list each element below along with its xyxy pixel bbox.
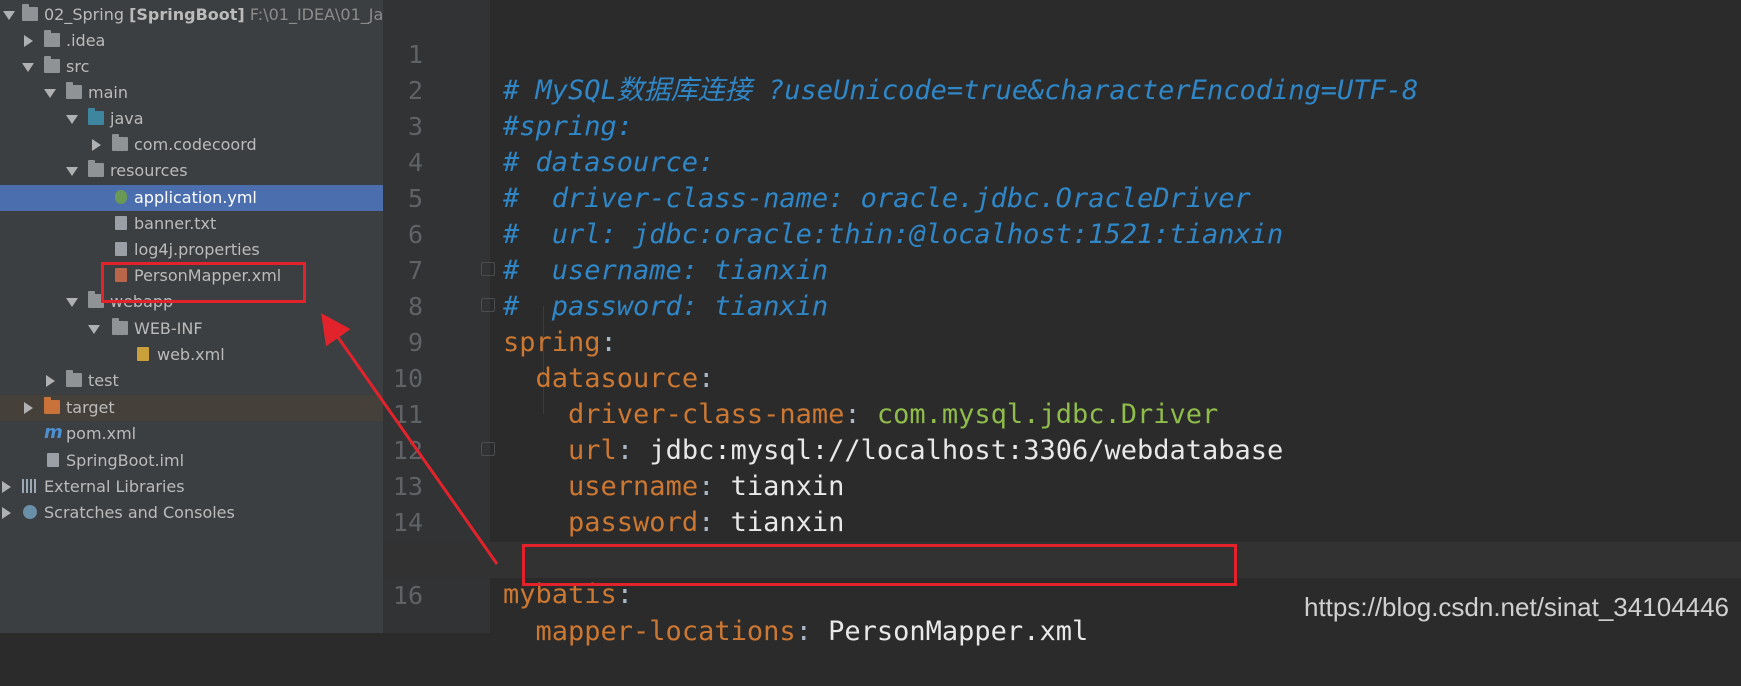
tree-item-resources[interactable]: resources [0, 158, 383, 184]
tree-item-pom[interactable]: m pom.xml [0, 421, 383, 447]
expand-arrow-icon[interactable] [66, 167, 78, 176]
line-number: 16 [392, 581, 423, 610]
watermark: https://blog.csdn.net/sinat_34104446 [1304, 592, 1729, 622]
scratches-icon [23, 505, 37, 519]
tree-item-root[interactable]: 02_Spring [SpringBoot] F:\01_IDEA\01_Jav… [0, 2, 383, 28]
tree-item-java[interactable]: java [0, 106, 383, 132]
library-icon [22, 479, 38, 493]
tree-item-iml[interactable]: SpringBoot.iml [0, 448, 383, 474]
folder-icon [112, 318, 128, 335]
text-file-icon [115, 216, 127, 230]
tree-item-label: resources [110, 161, 188, 180]
tree-item-banner[interactable]: banner.txt [0, 211, 383, 237]
code-line[interactable]: 6 # username: tianxin [383, 181, 1741, 286]
code-line[interactable]: 14 [383, 469, 1741, 537]
expand-arrow-icon[interactable] [24, 402, 33, 414]
expand-arrow-icon[interactable] [44, 89, 56, 98]
project-tree-panel: 02_Spring [SpringBoot] F:\01_IDEA\01_Jav… [0, 0, 383, 633]
tree-item-web-inf[interactable]: WEB-INF [0, 316, 383, 342]
folder-icon [66, 82, 82, 99]
tree-item-label: .idea [66, 31, 106, 50]
tree-item-scratches[interactable]: Scratches and Consoles [0, 500, 383, 526]
code-line[interactable]: 4 # driver-class-name: oracle.jdbc.Oracl… [383, 109, 1741, 214]
expand-arrow-icon[interactable] [2, 507, 11, 519]
code-line[interactable]: 13 password: tianxin [383, 433, 1741, 538]
tree-item-label: web.xml [157, 345, 225, 364]
folder-icon [44, 30, 60, 47]
tree-item-idea[interactable]: .idea [0, 28, 383, 54]
code-line[interactable]: 10 driver-class-name: com.mysql.jdbc.Dri… [383, 325, 1741, 430]
code-editor[interactable]: 1 # MySQL数据库连接 ?useUnicode=true&characte… [383, 0, 1741, 647]
tree-item-label: WEB-INF [134, 319, 203, 338]
source-folder-icon [88, 108, 104, 125]
code-line[interactable]: 9 datasource: [383, 289, 1741, 394]
tree-item-label: application.yml [134, 188, 257, 207]
yaml-key: mapper-locations [535, 616, 796, 647]
excluded-folder-icon [44, 397, 60, 414]
expand-arrow-icon[interactable] [3, 11, 15, 20]
code-line[interactable]: 2 #spring: [383, 37, 1741, 142]
code-line[interactable]: 5 # url: jdbc:oracle:thin:@localhost:152… [383, 145, 1741, 250]
yaml-separator: : [795, 616, 829, 647]
code-line[interactable]: 11 url: jdbc:mysql://localhost:3306/webd… [383, 361, 1741, 466]
resources-folder-icon [88, 160, 104, 177]
yaml-value: PersonMapper.xml [828, 616, 1089, 647]
highlight-box-file [101, 262, 306, 303]
folder-icon [44, 56, 60, 73]
tree-item-label: log4j.properties [134, 240, 260, 259]
code-line[interactable]: 15 mybatis: [383, 505, 1741, 610]
tree-item-log4j[interactable]: log4j.properties [0, 237, 383, 263]
tree-item-label: External Libraries [44, 477, 185, 496]
tree-item-main[interactable]: main [0, 80, 383, 106]
tree-item-package[interactable]: com.codecoord [0, 132, 383, 158]
highlight-box-code [522, 544, 1237, 586]
root-module: [SpringBoot] [129, 5, 245, 24]
tree-item-test[interactable]: test [0, 368, 383, 394]
module-file-icon [47, 453, 59, 467]
maven-icon: m [44, 422, 63, 443]
expand-arrow-icon[interactable] [92, 139, 101, 151]
code-line[interactable]: 12 username: tianxin [383, 397, 1741, 502]
tree-item-label: test [88, 371, 119, 390]
expand-arrow-icon[interactable] [24, 35, 33, 47]
web-xml-icon [137, 347, 149, 361]
expand-arrow-icon[interactable] [66, 115, 78, 124]
folder-icon [66, 370, 82, 387]
tree-item-label: Scratches and Consoles [44, 503, 235, 522]
tree-item-src[interactable]: src [0, 54, 383, 80]
expand-arrow-icon[interactable] [46, 375, 55, 387]
tree-item-application-yml[interactable]: application.yml [0, 185, 383, 211]
tree-item-label: banner.txt [134, 214, 217, 233]
code-line[interactable]: 1 # MySQL数据库连接 ?useUnicode=true&characte… [383, 1, 1741, 106]
expand-arrow-icon[interactable] [88, 325, 100, 334]
tree-item-label: pom.xml [66, 424, 137, 443]
expand-arrow-icon[interactable] [66, 298, 78, 307]
expand-arrow-icon[interactable] [22, 63, 34, 72]
spring-config-icon [115, 190, 127, 204]
module-folder-icon [22, 4, 38, 21]
tree-item-external-libraries[interactable]: External Libraries [0, 474, 383, 500]
tree-item-label: com.codecoord [134, 135, 257, 154]
tree-item-label: main [88, 83, 128, 102]
tree-item-target[interactable]: target [0, 395, 383, 421]
code-line[interactable]: 7 # password: tianxin [383, 217, 1741, 322]
package-icon [112, 134, 128, 151]
tree-item-label: java [110, 109, 144, 128]
tree-item-label: src [66, 57, 90, 76]
tree-item-label: target [66, 398, 115, 417]
code-line[interactable]: 3 # datasource: [383, 73, 1741, 178]
tree-item-label: SpringBoot.iml [66, 451, 185, 470]
properties-file-icon [115, 242, 127, 256]
expand-arrow-icon[interactable] [2, 481, 11, 493]
tree-item-web-xml[interactable]: web.xml [0, 342, 383, 368]
root-name: 02_Spring [44, 5, 124, 24]
code-line[interactable]: 8 spring: [383, 253, 1741, 358]
root-path: F:\01_IDEA\01_JavaEE\ [249, 5, 383, 24]
